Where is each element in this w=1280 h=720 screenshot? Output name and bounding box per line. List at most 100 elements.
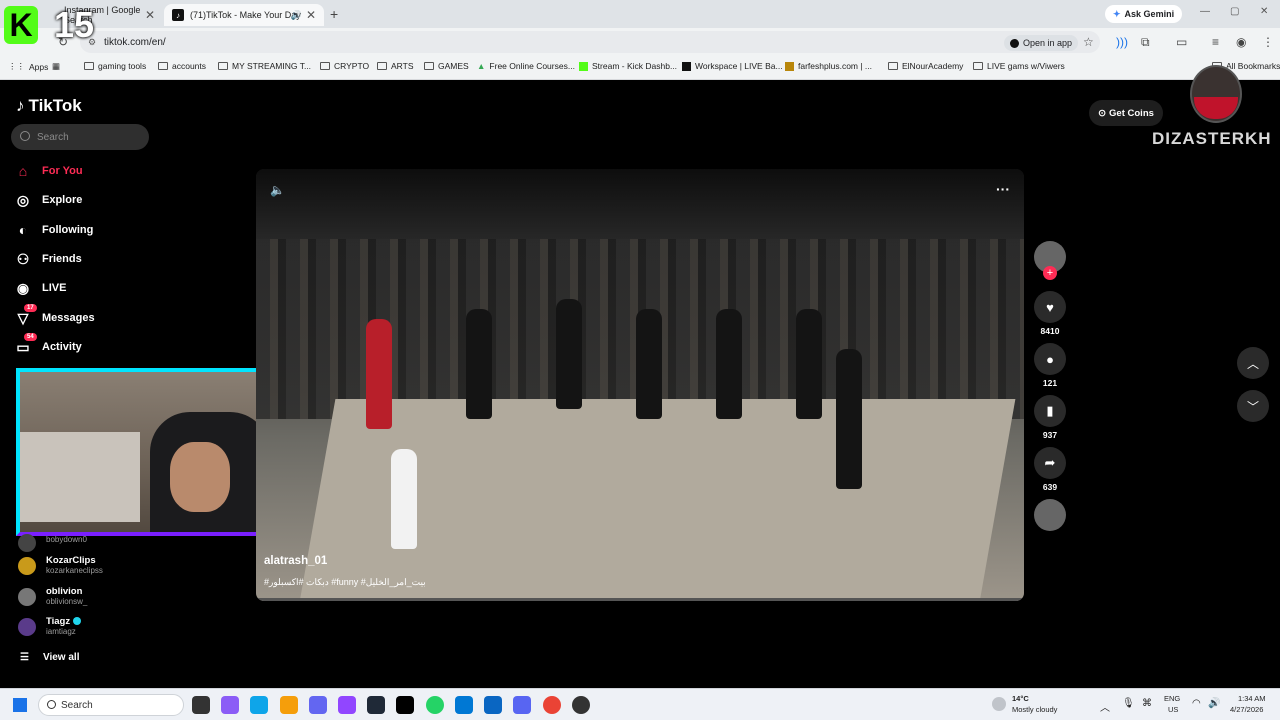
address-bar[interactable]: ⚙ tiktok.com/en/ <box>80 31 1100 53</box>
bookmark-label: Free Online Courses... <box>489 61 575 71</box>
windows-start-icon[interactable] <box>13 698 27 712</box>
bookmark-crypto[interactable]: CRYPTO <box>320 61 369 71</box>
video-progress-bar[interactable] <box>256 598 1024 601</box>
minimize-button[interactable]: — <box>1200 6 1210 17</box>
tab-tiktok[interactable]: ♪ (71)TikTok - Make Your Day 🔊 ✕ <box>164 4 324 26</box>
following-account[interactable]: oblivion oblivionsw_ <box>18 586 168 614</box>
close-icon[interactable]: ✕ <box>306 8 316 22</box>
tray-chevron-icon[interactable]: ︿ <box>1100 699 1110 714</box>
avatar <box>18 618 36 636</box>
search-input[interactable]: Search <box>11 124 149 150</box>
drive-icon: ▲ <box>477 61 486 71</box>
nav-label: Friends <box>42 253 82 265</box>
nav-for-you[interactable]: ⌂ For You <box>14 159 174 183</box>
bookmark-gaming-tools[interactable]: gaming tools <box>84 61 146 71</box>
profile-icon[interactable]: ◉ <box>1236 35 1246 49</box>
nav-following[interactable]: ◐ Following <box>14 218 174 242</box>
obs-icon[interactable] <box>367 696 385 714</box>
bookmark-label: farfeshplus.com | ... <box>798 61 873 71</box>
nav-activity[interactable]: ▭ 54 Activity <box>14 333 174 359</box>
bookmark-kick[interactable]: Stream - Kick Dashb... <box>579 61 677 71</box>
cast-icon[interactable]: ))) <box>1116 35 1128 49</box>
close-icon[interactable]: ✕ <box>145 8 155 22</box>
like-button[interactable]: ♥ 8410 <box>1034 291 1066 336</box>
bookmark-courses[interactable]: ▲ Free Online Courses... <box>477 61 575 71</box>
reading-list-icon[interactable]: ≡ <box>1212 35 1219 49</box>
previous-video-button[interactable]: ︿ <box>1237 347 1269 379</box>
star-icon[interactable]: ☆ <box>1083 35 1094 49</box>
bookmark-elnour[interactable]: ElNourAcademy <box>888 61 963 71</box>
bookmark-workspace[interactable]: Workspace | LIVE Ba... <box>682 61 783 71</box>
teams-icon[interactable] <box>309 696 327 714</box>
music-disc-icon <box>1034 499 1066 531</box>
site-icon <box>785 61 794 71</box>
network-icon[interactable]: ⌘ <box>1142 698 1152 709</box>
bookmark-label: ARTS <box>391 61 414 71</box>
taskbar-search-placeholder: Search <box>61 699 93 711</box>
next-video-button[interactable]: ﹀ <box>1237 390 1269 422</box>
streamer-face <box>170 442 230 512</box>
edge-icon[interactable] <box>250 696 268 714</box>
copilot-icon[interactable] <box>221 696 239 714</box>
linkedin-icon[interactable] <box>484 696 502 714</box>
bookmark-grid[interactable]: ▦ <box>52 61 60 72</box>
bookmark-accounts[interactable]: accounts <box>158 61 206 71</box>
menu-icon[interactable]: ⋮ <box>1262 35 1274 49</box>
bookmark-games[interactable]: GAMES <box>424 61 469 71</box>
x-icon[interactable] <box>396 696 414 714</box>
whatsapp-icon[interactable] <box>426 696 444 714</box>
ask-gemini-button[interactable]: ✦ Ask Gemini <box>1105 5 1183 23</box>
video-dancer <box>796 309 822 419</box>
language-label[interactable]: ENG <box>1164 694 1180 703</box>
follow-plus-icon[interactable]: + <box>1043 266 1057 280</box>
twitch-icon[interactable] <box>338 696 356 714</box>
tiktok-icon <box>1010 38 1019 48</box>
account-name: oblivion <box>46 586 83 597</box>
nav-explore[interactable]: ◎ Explore <box>14 188 174 212</box>
video-author[interactable]: alatrash_01 <box>264 555 327 567</box>
open-in-app-button[interactable]: Open in app <box>1004 35 1079 51</box>
tab-search-icon[interactable]: ▭ <box>1176 35 1187 49</box>
wifi-icon[interactable]: ◠ <box>1192 698 1201 709</box>
nav-messages[interactable]: ▽ 17 Messages <box>14 304 174 330</box>
tab-google-search[interactable]: Instagram | Google Search ✕ <box>28 4 163 26</box>
taskbar-search[interactable]: Search <box>38 694 184 716</box>
bookmark-apps[interactable]: ⋮⋮ Apps <box>8 61 48 72</box>
clock-time[interactable]: 1:34 AM <box>1238 694 1266 703</box>
speaker-icon[interactable]: 🔊 <box>291 10 302 21</box>
new-tab-button[interactable]: + <box>330 6 338 22</box>
nav-friends[interactable]: ⚇ Friends <box>14 247 174 271</box>
save-button[interactable]: ▮ 937 <box>1034 395 1066 440</box>
extensions-icon[interactable]: ⧉ <box>1141 35 1150 50</box>
mic-icon[interactable]: 🎙 <box>1122 698 1135 709</box>
bookmark-arts[interactable]: ARTS <box>377 61 414 71</box>
logo-text: TikTok <box>28 96 82 115</box>
bookmark-live-games[interactable]: LIVE gams w/Viwers <box>973 61 1065 71</box>
obs-studio-icon[interactable] <box>572 696 590 714</box>
volume-icon[interactable]: 🔊 <box>1208 698 1220 709</box>
view-all-link[interactable]: ☰ View all <box>20 652 79 663</box>
close-window-button[interactable]: ✕ <box>1260 6 1268 17</box>
following-account[interactable]: KozarClips kozarkaneclipss <box>18 555 168 583</box>
clock-date: 4/27/2026 <box>1230 705 1264 714</box>
chrome-icon[interactable] <box>543 696 561 714</box>
tiktok-logo[interactable]: ♪ TikTok <box>16 96 82 116</box>
viewer-counter: 15 <box>54 4 95 45</box>
more-options-icon[interactable]: ··· <box>996 181 1010 197</box>
file-explorer-icon[interactable] <box>280 696 298 714</box>
share-button[interactable]: ➦ 639 <box>1034 447 1066 492</box>
account-name: KozarClips <box>46 555 96 566</box>
volume-icon[interactable]: 🔈 <box>270 183 285 197</box>
following-account[interactable]: Tiagz iamtiagz <box>18 616 168 644</box>
maximize-button[interactable]: ▢ <box>1230 6 1239 17</box>
video-player[interactable]: 🔈 ··· alatrash_01 #دبكات #اكسبلور #funny… <box>256 169 1024 601</box>
outlook-icon[interactable] <box>455 696 473 714</box>
bookmark-farfesh[interactable]: farfeshplus.com | ... <box>785 61 872 71</box>
nav-live[interactable]: ◉ LIVE <box>14 276 174 300</box>
bookmark-label: Apps <box>29 61 49 72</box>
bookmark-streaming[interactable]: MY STREAMING T... <box>218 61 311 71</box>
discord-icon[interactable] <box>513 696 531 714</box>
comment-button[interactable]: ● 121 <box>1034 343 1066 388</box>
task-view-icon[interactable] <box>192 696 210 714</box>
weather-icon[interactable] <box>992 697 1006 711</box>
